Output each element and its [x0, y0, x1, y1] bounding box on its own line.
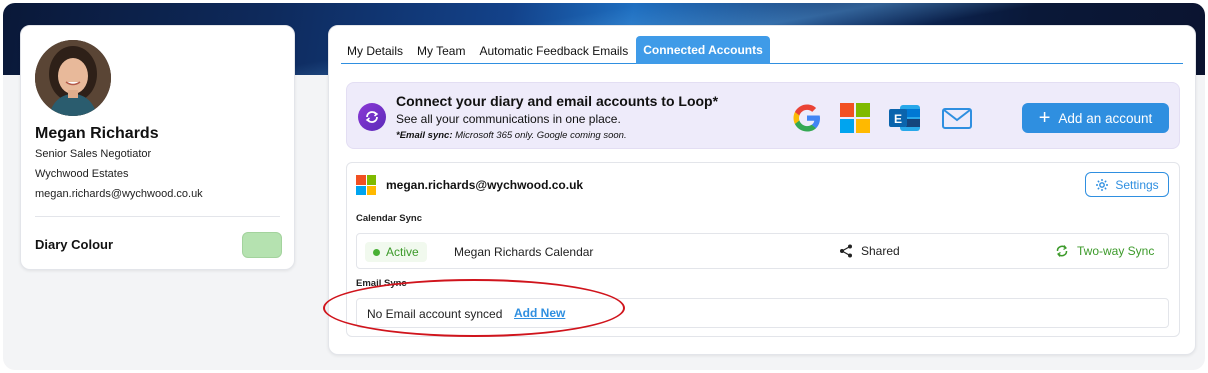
calendar-sync-label: Calendar Sync [356, 213, 422, 224]
profile-company: Wychwood Estates [35, 168, 129, 180]
profile-name: Megan Richards [35, 125, 159, 142]
profile-job-title: Senior Sales Negotiator [35, 148, 152, 160]
sync-mode: Two-way Sync [1055, 244, 1154, 258]
google-icon [791, 102, 823, 134]
divider [35, 216, 280, 217]
status-badge: Active [365, 242, 427, 262]
connected-account-card: megan.richards@wychwood.co.uk Settings C… [346, 162, 1180, 337]
plus-icon: + [1038, 107, 1051, 129]
connect-note: *Email sync: Microsoft 365 only. Google … [396, 130, 627, 141]
settings-button[interactable]: Settings [1085, 172, 1169, 197]
add-account-label: Add an account [1058, 110, 1153, 126]
microsoft-icon [839, 102, 871, 134]
diary-colour-swatch[interactable] [242, 232, 282, 258]
email-sync-row: No Email account synced Add New [356, 298, 1169, 328]
add-account-button[interactable]: + Add an account [1022, 103, 1169, 133]
calendar-name: Megan Richards Calendar [454, 245, 594, 259]
add-new-email-link[interactable]: Add New [514, 306, 565, 320]
diary-colour-label: Diary Colour [35, 237, 114, 252]
email-sync-label: Email Sync [356, 278, 407, 289]
calendar-sync-row: Active Megan Richards Calendar Shared Tw… [356, 233, 1169, 269]
two-way-sync-icon [1056, 245, 1068, 257]
tab-my-details[interactable]: My Details [341, 36, 411, 64]
status-dot [373, 248, 380, 256]
status-text: Active [386, 245, 419, 259]
tab-connected-accounts[interactable]: Connected Accounts [636, 36, 770, 64]
profile-email: megan.richards@wychwood.co.uk [35, 188, 203, 200]
loop-sync-icon [358, 103, 386, 131]
avatar [35, 40, 111, 116]
no-email-text: No Email account synced [367, 307, 503, 321]
account-email: megan.richards@wychwood.co.uk [386, 178, 584, 192]
tab-bar: My Details My Team Automatic Feedback Em… [341, 36, 1183, 64]
connect-subtitle: See all your communications in one place… [396, 112, 621, 126]
app-frame: Megan Richards Senior Sales Negotiator W… [3, 3, 1205, 370]
svg-text:E: E [894, 112, 902, 126]
profile-card: Megan Richards Senior Sales Negotiator W… [20, 25, 295, 270]
connect-note-text: Microsoft 365 only. Google coming soon. [452, 130, 627, 141]
shared-label: Shared [861, 244, 900, 258]
shared-indicator: Shared [839, 244, 900, 258]
share-icon [840, 244, 852, 258]
sync-mode-label: Two-way Sync [1077, 244, 1155, 258]
main-panel: My Details My Team Automatic Feedback Em… [328, 25, 1196, 355]
microsoft-icon [356, 175, 376, 195]
settings-label: Settings [1115, 177, 1159, 192]
gear-icon [1096, 178, 1109, 191]
exchange-icon: E [888, 102, 920, 134]
connect-title: Connect your diary and email accounts to… [396, 93, 719, 109]
connect-note-bold: *Email sync: [396, 130, 453, 141]
email-icon [941, 102, 973, 134]
tab-automatic-feedback-emails[interactable]: Automatic Feedback Emails [473, 36, 636, 64]
tab-my-team[interactable]: My Team [411, 36, 473, 64]
connect-banner: Connect your diary and email accounts to… [346, 82, 1180, 149]
